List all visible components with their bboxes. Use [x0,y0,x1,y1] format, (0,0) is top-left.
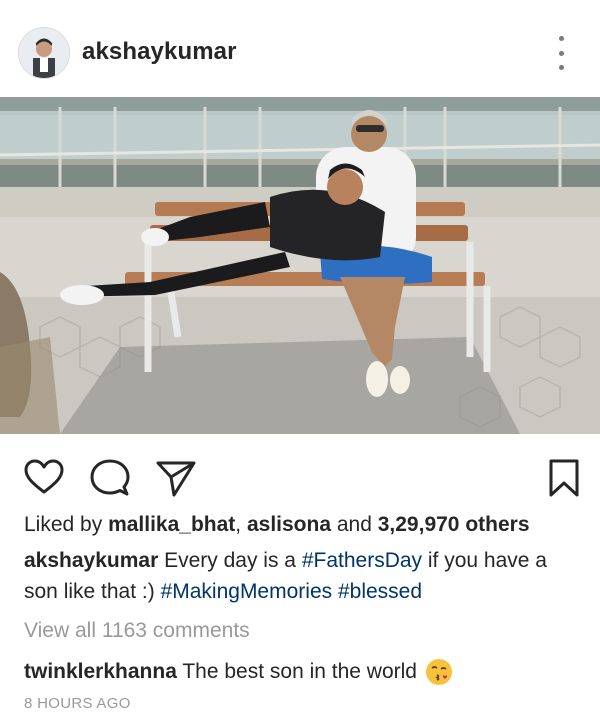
post-caption: akshaykumar Every day is a #FathersDay i… [24,545,584,607]
post-photo[interactable] [0,97,600,434]
likes-count[interactable]: 3,29,970 others [378,513,530,536]
avatar[interactable] [18,27,70,79]
heart-outline-icon[interactable] [22,456,66,500]
view-all-comments-link[interactable]: View all 1163 comments [24,619,250,643]
top-comment: twinklerkhanna The best son in the world [24,658,453,686]
hashtag-link[interactable]: #MakingMemories [161,580,333,603]
paper-plane-icon[interactable] [154,456,198,500]
likes-connector: and [331,513,378,536]
comment-text: The best son in the world [176,660,417,683]
comment-username[interactable]: twinklerkhanna [24,660,177,684]
liker-username[interactable]: mallika_bhat [108,513,235,536]
hashtag-link[interactable]: #blessed [338,580,422,603]
caption-text: Every day is a [158,549,302,572]
liker-username[interactable]: aslisona [247,513,331,536]
caption-username[interactable]: akshaykumar [24,549,158,572]
likes-separator: , [235,513,247,536]
likes-summary[interactable]: Liked by mallika_bhat, aslisona and 3,29… [24,513,530,537]
comment-bubble-icon[interactable] [88,456,132,500]
post-username[interactable]: akshaykumar [82,38,237,66]
post-action-bar [0,450,600,500]
likes-prefix: Liked by [24,513,109,536]
bookmark-outline-icon[interactable] [542,456,586,500]
post-header: akshaykumar [0,0,600,97]
more-options-icon[interactable] [550,36,572,70]
hashtag-link[interactable]: #FathersDay [302,549,422,572]
post-timestamp: 8 HOURS AGO [24,695,131,712]
kissing-face-emoji-icon [425,658,453,686]
